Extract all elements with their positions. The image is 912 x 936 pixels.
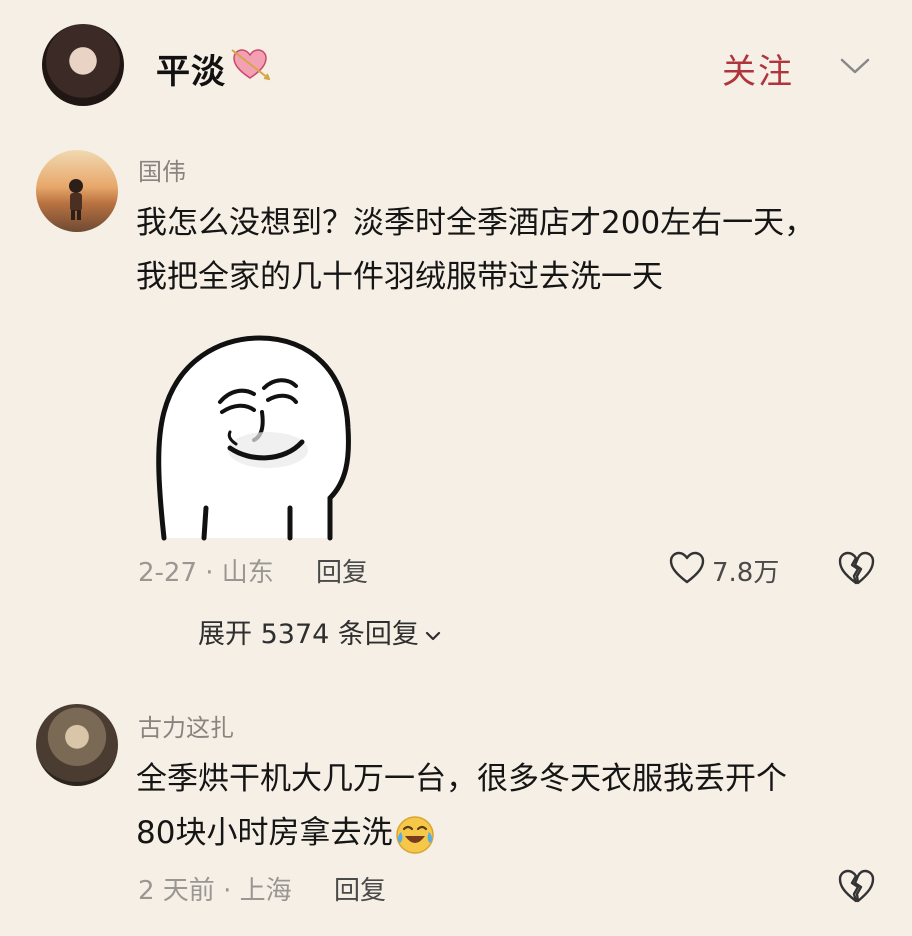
comment-text: 全季烘干机大几万一台，很多冬天衣服我丢开个 80块小时房拿去洗 xyxy=(136,752,876,860)
reply-button[interactable]: 回复 xyxy=(334,870,386,907)
comment-text-line: 我怎么没想到？淡季时全季酒店才200左右一天， xyxy=(136,205,816,241)
author-name[interactable]: 平淡 xyxy=(156,44,226,93)
smirking-face-sticker[interactable] xyxy=(150,332,360,544)
chevron-down-icon xyxy=(425,631,440,640)
comment-meta: 2-27 · 山东 xyxy=(138,558,274,588)
heart-arrow-icon xyxy=(231,49,270,81)
comment-text-line: 我把全家的几十件羽绒服带过去洗一天 xyxy=(136,259,663,295)
follow-button[interactable]: 关注 xyxy=(722,44,794,93)
like-count: 7.8万 xyxy=(712,558,780,588)
reply-button[interactable]: 回复 xyxy=(316,552,368,589)
heart-outline-icon[interactable] xyxy=(668,550,706,586)
broken-heart-icon[interactable] xyxy=(836,548,876,588)
commenter-avatar[interactable] xyxy=(36,150,118,232)
comment-text-line: 80块小时房拿去洗 xyxy=(136,815,393,851)
comment-text-line: 全季烘干机大几万一台，很多冬天衣服我丢开个 xyxy=(136,761,787,797)
author-avatar[interactable] xyxy=(42,24,124,106)
avatar-figure-icon xyxy=(69,179,83,220)
comment-text-line-with-emoji: 80块小时房拿去洗 xyxy=(136,806,876,860)
comment-text: 我怎么没想到？淡季时全季酒店才200左右一天， 我把全家的几十件羽绒服带过去洗一… xyxy=(136,196,876,304)
commenter-avatar[interactable] xyxy=(36,704,118,786)
expand-replies-button[interactable]: 展开 5374 条回复 xyxy=(198,612,441,651)
comment-meta: 2 天前 · 上海 xyxy=(138,876,292,906)
crying-laughing-emoji-icon xyxy=(396,815,435,854)
commenter-username[interactable]: 古力这扎 xyxy=(138,708,234,743)
expand-replies-label: 展开 5374 条回复 xyxy=(198,619,419,650)
broken-heart-icon[interactable] xyxy=(836,866,876,906)
chevron-down-icon[interactable] xyxy=(838,54,872,78)
commenter-username[interactable]: 国伟 xyxy=(138,152,186,187)
